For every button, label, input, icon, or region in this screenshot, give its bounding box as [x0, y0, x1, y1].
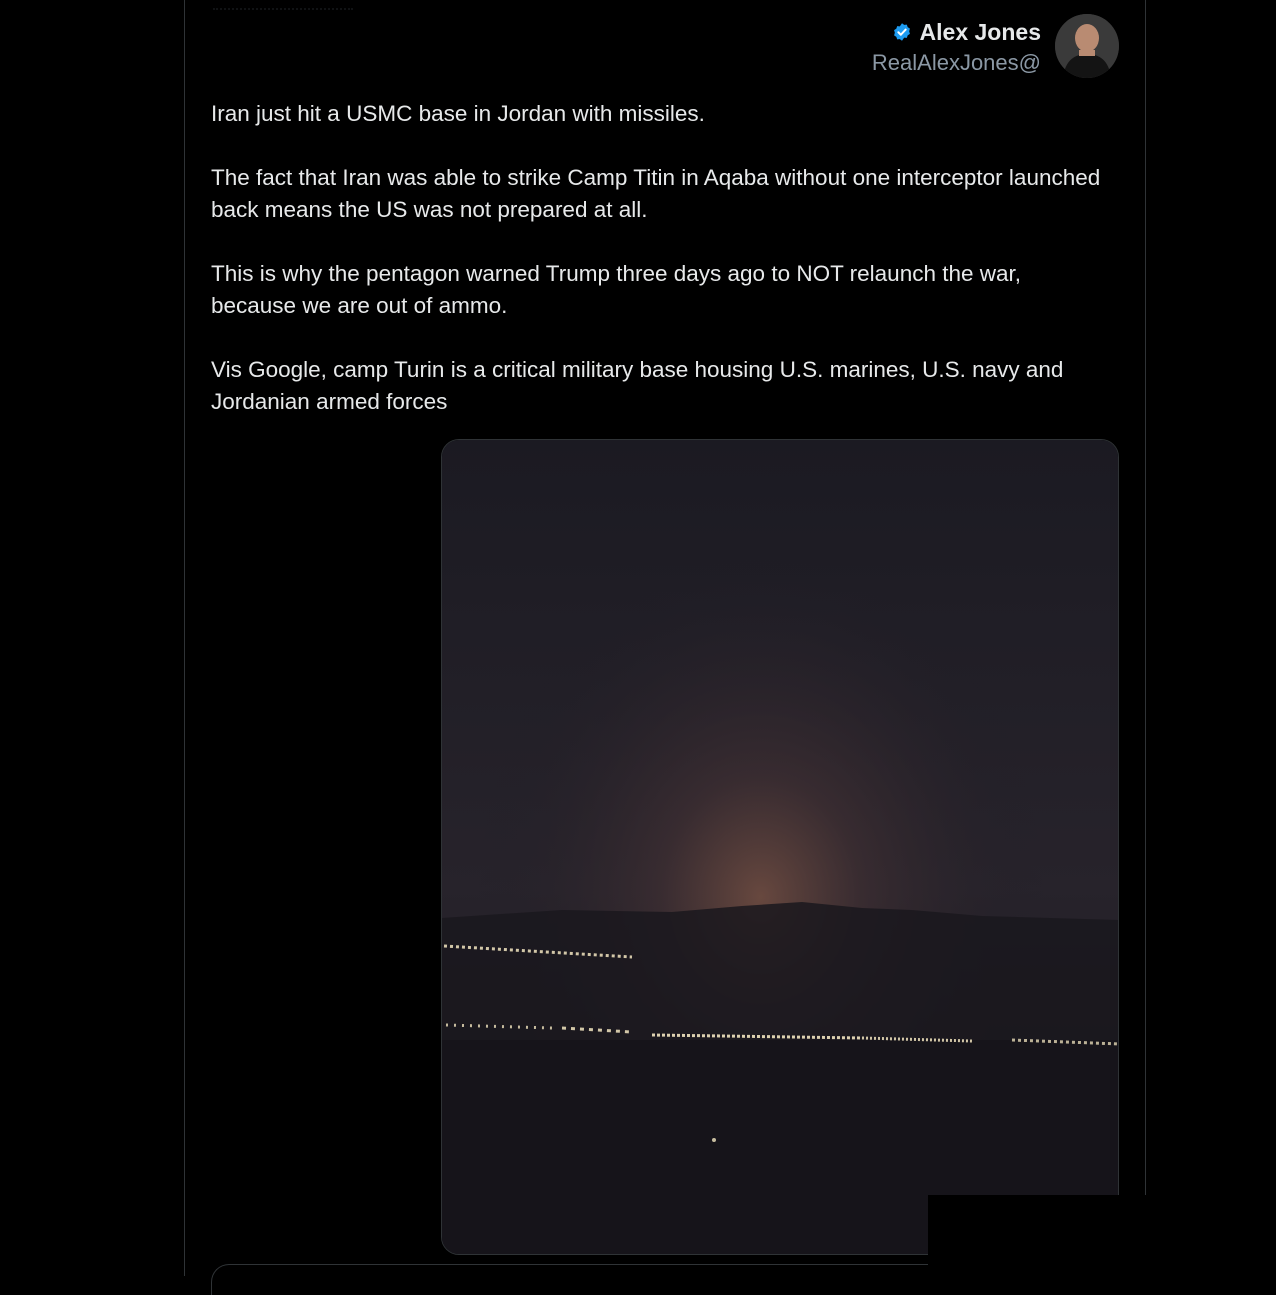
display-name-row[interactable]: Alex Jones [892, 18, 1041, 46]
author-names: Alex Jones RealAlexJones@ [872, 18, 1041, 78]
post-paragraph: The fact that Iran was able to strike Ca… [211, 165, 1101, 222]
author-display-name[interactable]: Alex Jones [920, 18, 1041, 46]
previous-post-fragment [213, 0, 353, 10]
post-paragraph: Iran just hit a USMC base in Jordan with… [211, 101, 705, 126]
author-handle[interactable]: RealAlexJones@ [872, 48, 1041, 78]
post-column: Alex Jones RealAlexJones@ Iran just hit … [184, 0, 1146, 1295]
post-text: Iran just hit a USMC base in Jordan with… [211, 98, 1111, 450]
post-paragraph: Vis Google, camp Turin is a critical mil… [211, 357, 1064, 414]
next-card-edge [211, 1264, 932, 1295]
night-sky-video-frame [442, 440, 1118, 1254]
corner-mask [928, 1195, 1276, 1276]
avatar[interactable] [1055, 14, 1119, 78]
verified-badge-icon [893, 23, 910, 41]
post-header: Alex Jones RealAlexJones@ [872, 14, 1119, 78]
post-video[interactable] [441, 439, 1119, 1255]
post-paragraph: This is why the pentagon warned Trump th… [211, 261, 1022, 318]
avatar-image [1055, 14, 1119, 78]
